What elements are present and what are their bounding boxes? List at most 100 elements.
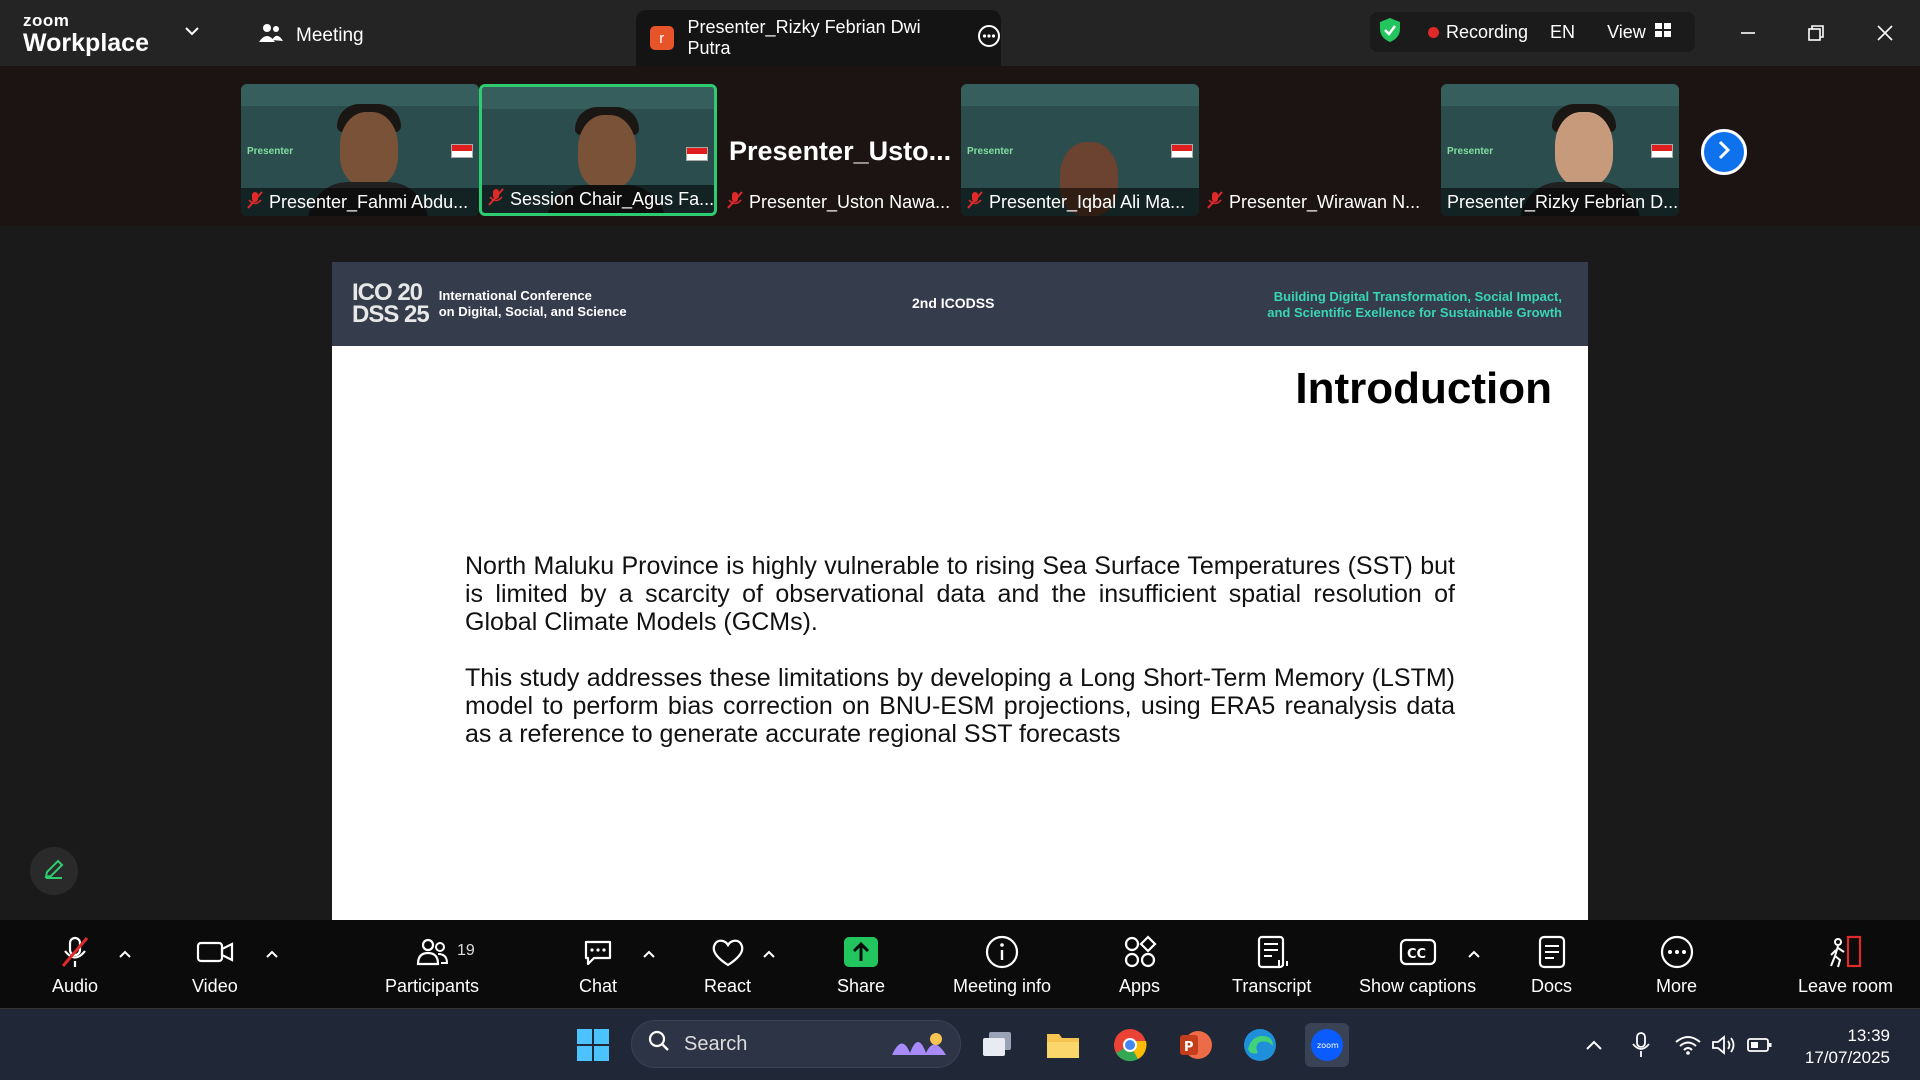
more-label: More (1656, 976, 1698, 996)
participant-name: Presenter_Iqbal Ali Ma... (989, 191, 1186, 212)
participant-tile[interactable]: Presenter Presenter_Fahmi Abdu... (241, 84, 479, 216)
tagline-line1: Building Digital Transformation, Social … (1273, 289, 1562, 304)
pencil-icon (42, 857, 66, 886)
conference-line1: International Conference (438, 287, 592, 303)
meeting-toolbar: Audio Video Participants 19 Chat React S… (0, 920, 1920, 1008)
chat-button[interactable]: Chat (579, 934, 617, 997)
participant-namebar: Session Chair_Agus Fa... (482, 185, 714, 213)
apps-button[interactable]: Apps (1119, 934, 1160, 997)
chevron-right-icon (1716, 140, 1732, 165)
share-screen-icon (842, 934, 880, 970)
participant-name: Presenter_Wirawan N... (1229, 191, 1421, 212)
restore-icon[interactable] (1801, 18, 1831, 48)
brand-zoom-text: zoom (23, 11, 70, 30)
title-bar: zoom Workplace Meeting r Presenter_Rizky… (0, 0, 1920, 66)
mic-muted-icon (727, 190, 743, 214)
file-explorer-icon[interactable] (1043, 1025, 1083, 1065)
leave-room-label: Leave room (1798, 976, 1894, 996)
presentation-slide: ICO 20 DSS 25 International Conference o… (332, 262, 1588, 920)
slide-paragraph: North Maluku Province is highly vulnerab… (465, 552, 1455, 636)
grid-icon (1654, 22, 1672, 43)
conference-logo: ICO 20 DSS 25 International Conference o… (352, 281, 627, 326)
flag-icon (686, 147, 708, 161)
taskbar-search-box[interactable]: Search (631, 1020, 961, 1068)
chat-icon (580, 934, 616, 970)
powerpoint-icon[interactable]: P (1175, 1025, 1215, 1065)
participant-tile[interactable]: Presenter_Usto... Presenter_Uston Nawa..… (721, 84, 959, 216)
closed-captions-icon: CC (1398, 934, 1438, 970)
task-view-icon[interactable] (977, 1025, 1017, 1065)
more-options-icon[interactable] (977, 24, 1001, 53)
meeting-tab-button[interactable]: Meeting (258, 22, 364, 50)
slide-header: ICO 20 DSS 25 International Conference o… (332, 262, 1588, 346)
heart-icon (709, 934, 747, 970)
meeting-info-label: Meeting info (953, 976, 1052, 996)
leave-door-icon (1826, 934, 1866, 970)
document-icon (1533, 934, 1571, 970)
svg-text:CC: CC (1407, 947, 1426, 962)
flag-icon (1171, 144, 1193, 158)
edge-icon[interactable] (1240, 1025, 1280, 1065)
close-icon[interactable] (1870, 18, 1900, 48)
recording-label[interactable]: Recording (1446, 22, 1528, 43)
zoom-taskbar-icon[interactable]: zoom (1305, 1023, 1349, 1067)
presenter-tag: Presenter (967, 146, 1014, 157)
participant-namebar: Presenter_Fahmi Abdu... (241, 188, 479, 216)
participant-namebar: Presenter_Iqbal Ali Ma... (961, 188, 1199, 216)
participant-name: Presenter_Rizky Febrian D... (1447, 191, 1679, 212)
shield-check-icon[interactable] (1378, 17, 1402, 48)
info-icon (983, 934, 1021, 970)
participant-big-name: Presenter_Usto... (729, 136, 952, 166)
brand-workplace-text: Workplace (23, 29, 149, 57)
conference-banner (241, 84, 479, 106)
react-button[interactable]: React (704, 934, 751, 997)
participant-tile[interactable]: Session Chair_Agus Fa... (479, 84, 717, 216)
gallery-next-button[interactable] (1701, 129, 1747, 175)
view-button[interactable]: View (1607, 22, 1672, 43)
react-options-caret-icon[interactable] (762, 946, 776, 964)
participants-count: 19 (457, 942, 475, 959)
participant-namebar: Presenter_Uston Nawa... (721, 188, 959, 216)
transcript-button[interactable]: Transcript (1232, 934, 1311, 997)
chat-options-caret-icon[interactable] (642, 946, 656, 964)
participant-namebar: Presenter_Rizky Febrian D... (1441, 188, 1679, 216)
minimize-icon[interactable] (1733, 18, 1763, 48)
tray-overflow-chevron-icon[interactable] (1574, 1025, 1614, 1065)
more-button[interactable]: More (1656, 934, 1697, 997)
participant-name: Presenter_Uston Nawa... (749, 191, 951, 212)
battery-icon[interactable] (1740, 1025, 1780, 1065)
windows-start-icon[interactable] (573, 1025, 613, 1065)
participant-tile[interactable]: Presenter Presenter_Iqbal Ali Ma... (961, 84, 1199, 216)
chat-label: Chat (579, 976, 618, 996)
annotate-button[interactable] (30, 847, 78, 895)
mic-muted-icon (488, 187, 504, 211)
chevron-down-icon[interactable] (184, 24, 200, 42)
participant-tile[interactable]: Presenter Presenter_Rizky Febrian D... (1441, 84, 1679, 216)
captions-options-caret-icon[interactable] (1467, 946, 1481, 964)
leave-room-button[interactable]: Leave room (1798, 934, 1893, 997)
chrome-icon[interactable] (1110, 1025, 1150, 1065)
status-bar: Recording EN View (1370, 12, 1695, 52)
meeting-info-button[interactable]: Meeting info (953, 934, 1051, 997)
audio-button[interactable]: Audio (52, 934, 98, 997)
volume-icon[interactable] (1704, 1025, 1744, 1065)
microphone-tray-icon[interactable] (1621, 1025, 1661, 1065)
video-options-caret-icon[interactable] (265, 946, 279, 964)
audio-options-caret-icon[interactable] (118, 946, 132, 964)
more-dots-icon (1658, 934, 1696, 970)
wifi-icon[interactable] (1668, 1025, 1708, 1065)
share-button[interactable]: Share (837, 934, 885, 997)
docs-button[interactable]: Docs (1531, 934, 1572, 997)
video-button[interactable]: Video (192, 934, 238, 997)
participants-label: Participants (385, 976, 480, 996)
mic-muted-icon (57, 934, 93, 970)
meeting-label: Meeting (296, 25, 364, 46)
system-clock[interactable]: 13:39 17/07/2025 (1780, 1025, 1890, 1069)
language-label[interactable]: EN (1550, 22, 1575, 43)
os-taskbar: Search P zoom 13:39 17/07/2025 (0, 1008, 1920, 1080)
presenter-tag: Presenter (247, 146, 294, 157)
active-share-tab[interactable]: r Presenter_Rizky Febrian Dwi Putra (636, 10, 1001, 66)
participant-tile[interactable]: Presenter_Wirawan N... (1201, 84, 1439, 216)
show-captions-button[interactable]: CC Show captions (1359, 934, 1476, 997)
clock-time: 13:39 (1847, 1026, 1890, 1045)
